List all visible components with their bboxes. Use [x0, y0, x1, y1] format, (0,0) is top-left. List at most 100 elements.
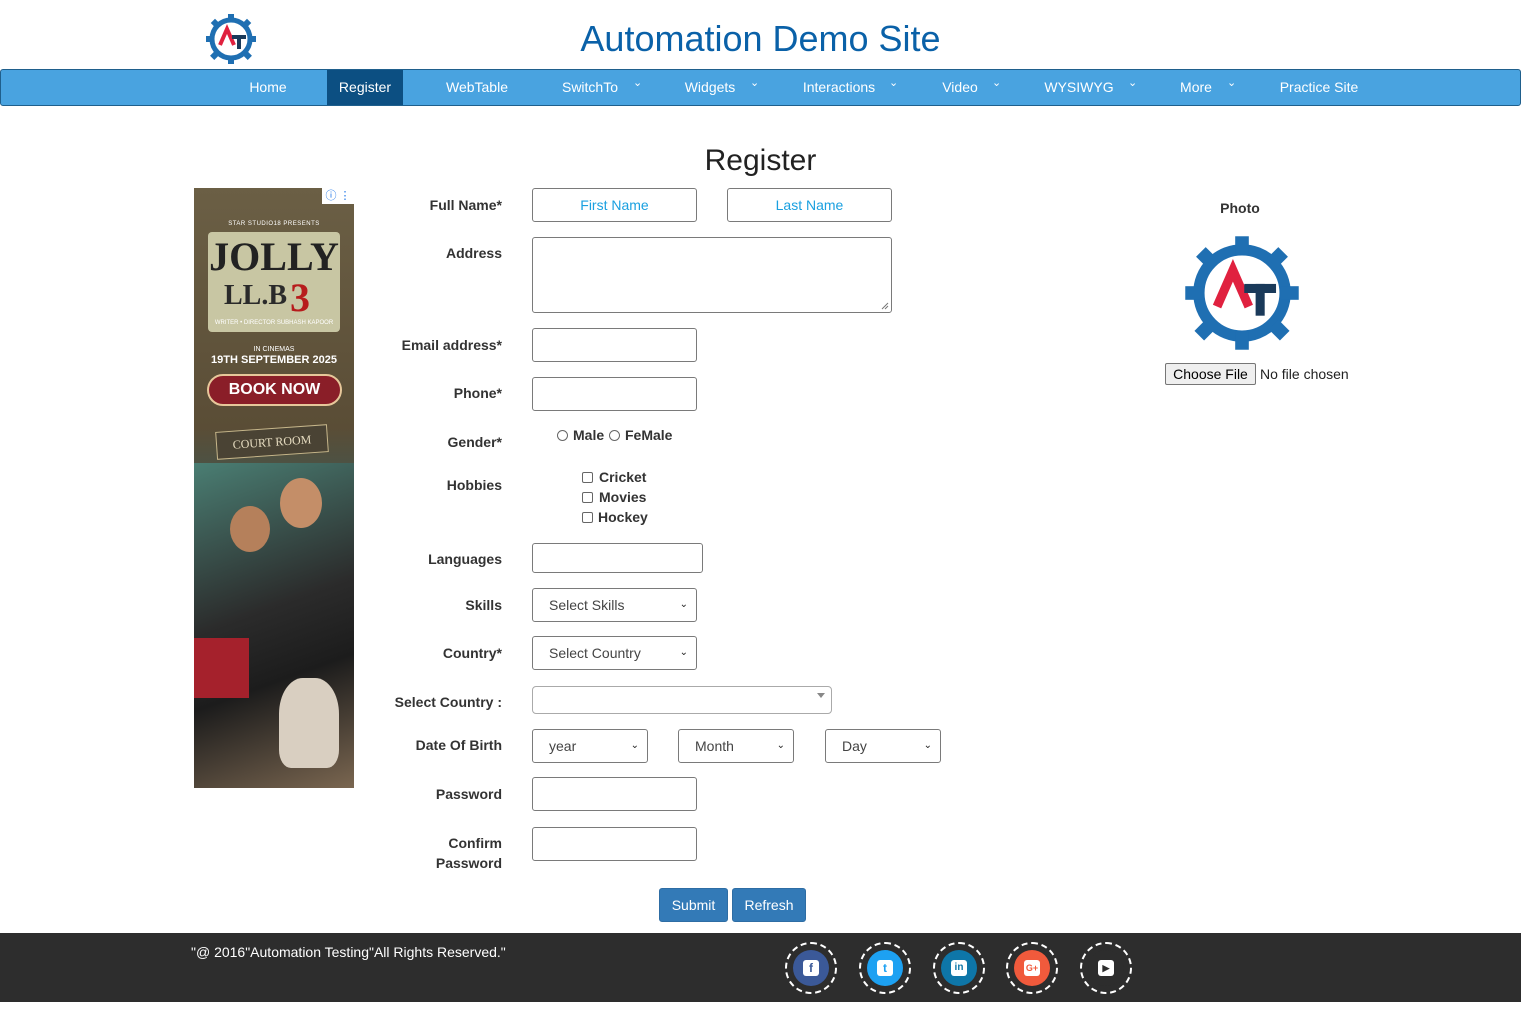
- gender-label: Gender*: [447, 434, 502, 450]
- linkedin-icon: in: [941, 950, 977, 986]
- skills-label: Skills: [465, 597, 502, 613]
- hobby-hockey-checkbox[interactable]: [582, 512, 593, 523]
- password-input[interactable]: [532, 777, 697, 811]
- linkedin-glyph: in: [951, 960, 967, 976]
- photo-label: Photo: [1220, 200, 1260, 216]
- google-plus-glyph: G+: [1024, 960, 1040, 976]
- youtube-link[interactable]: ▶: [1080, 942, 1132, 994]
- hobby-hockey-label[interactable]: Hockey: [598, 509, 648, 525]
- confirm-password-label-line1: Confirm: [448, 835, 502, 851]
- dob-day-select[interactable]: Day ⌄: [825, 729, 941, 763]
- phone-input[interactable]: [532, 377, 697, 411]
- ad-gift-image: [194, 638, 249, 698]
- facebook-glyph: f: [803, 960, 819, 976]
- youtube-icon: ▶: [1088, 950, 1124, 986]
- languages-label: Languages: [428, 551, 502, 567]
- page-root: Automation Demo Site Home Register WebTa…: [0, 0, 1521, 1013]
- gender-female-label[interactable]: FeMale: [625, 427, 672, 443]
- dropdown-arrow-icon: [817, 693, 825, 698]
- dob-month-select[interactable]: Month ⌄: [678, 729, 794, 763]
- nav-item-practice-site[interactable]: Practice Site: [1269, 70, 1369, 105]
- hobby-cricket-label[interactable]: Cricket: [599, 469, 646, 485]
- footer-copyright: "@ 2016"Automation Testing"All Rights Re…: [191, 944, 506, 960]
- email-label: Email address*: [401, 337, 502, 353]
- gender-male-label[interactable]: Male: [573, 427, 604, 443]
- chevron-down-icon: ⌄: [776, 740, 785, 751]
- switchto-chevron-down-icon[interactable]: ⌄: [633, 76, 642, 89]
- google-plus-link[interactable]: G+: [1006, 942, 1058, 994]
- email-input[interactable]: [532, 328, 697, 362]
- address-label: Address: [445, 245, 502, 261]
- gender-female-radio[interactable]: [609, 430, 620, 441]
- file-status-text: No file chosen: [1260, 366, 1349, 382]
- widgets-chevron-down-icon[interactable]: ⌄: [750, 76, 759, 89]
- ad-actor-image: [230, 506, 270, 552]
- select-country-combobox[interactable]: [532, 686, 832, 714]
- resize-handle-icon[interactable]: [881, 302, 889, 310]
- twitter-glyph: t: [877, 960, 893, 976]
- nav-item-webtable[interactable]: WebTable: [433, 70, 521, 105]
- refresh-button[interactable]: Refresh: [732, 888, 806, 922]
- nav-item-home[interactable]: Home: [230, 70, 306, 105]
- dob-year-select[interactable]: year ⌄: [532, 729, 648, 763]
- dob-label: Date Of Birth: [415, 737, 502, 753]
- nav-item-register[interactable]: Register: [327, 70, 403, 105]
- twitter-icon: t: [867, 950, 903, 986]
- full-name-label: Full Name*: [429, 197, 502, 213]
- google-plus-icon: G+: [1014, 950, 1050, 986]
- nav-item-widgets[interactable]: Widgets: [673, 70, 747, 105]
- ad-credit: WRITER • DIRECTOR SUBHASH KAPOOR: [214, 320, 334, 326]
- profile-photo-logo-icon: [1185, 236, 1299, 350]
- hobbies-label: Hobbies: [446, 477, 502, 493]
- dob-month-value: Month: [695, 738, 734, 754]
- site-title: Automation Demo Site: [580, 18, 941, 59]
- nav-item-video[interactable]: Video: [931, 70, 989, 105]
- linkedin-link[interactable]: in: [933, 942, 985, 994]
- chevron-down-icon: ⌄: [630, 740, 639, 751]
- confirm-password-input[interactable]: [532, 827, 697, 861]
- footer: "@ 2016"Automation Testing"All Rights Re…: [0, 933, 1521, 1002]
- confirm-password-label-line2: Password: [435, 855, 502, 871]
- phone-label: Phone*: [453, 385, 502, 401]
- first-name-input[interactable]: First Name: [532, 188, 697, 222]
- dob-day-value: Day: [842, 738, 867, 754]
- main-navbar: Home Register WebTable SwitchTo ⌄ Widget…: [0, 69, 1521, 106]
- youtube-glyph: ▶: [1098, 960, 1114, 976]
- last-name-input[interactable]: Last Name: [727, 188, 892, 222]
- wysiwyg-chevron-down-icon[interactable]: ⌄: [1128, 76, 1137, 89]
- hobby-movies-checkbox[interactable]: [582, 492, 593, 503]
- country-select[interactable]: Select Country ⌄: [532, 636, 697, 670]
- address-textarea[interactable]: [532, 237, 892, 313]
- select-country-label: Select Country :: [394, 694, 502, 710]
- nav-item-wysiwyg[interactable]: WYSIWYG: [1035, 70, 1123, 105]
- chevron-down-icon: ⌄: [679, 599, 688, 610]
- submit-button[interactable]: Submit: [659, 888, 728, 922]
- hobby-movies-label[interactable]: Movies: [599, 489, 646, 505]
- skills-select-value: Select Skills: [549, 597, 625, 613]
- ad-studio-text: STAR STUDIO18 PRESENTS: [228, 221, 320, 227]
- chevron-down-icon: ⌄: [923, 740, 932, 751]
- nav-item-switchto[interactable]: SwitchTo: [549, 70, 631, 105]
- languages-multiselect[interactable]: [532, 543, 703, 573]
- ad-number: 3: [290, 275, 310, 320]
- country-select-value: Select Country: [549, 645, 641, 661]
- hobby-cricket-checkbox[interactable]: [582, 472, 593, 483]
- ad-release-date: 19TH SEPTEMBER 2025: [211, 354, 337, 366]
- choose-file-button[interactable]: Choose File: [1165, 363, 1256, 385]
- twitter-link[interactable]: t: [859, 942, 911, 994]
- more-chevron-down-icon[interactable]: ⌄: [1227, 76, 1236, 89]
- skills-select[interactable]: Select Skills ⌄: [532, 588, 697, 622]
- chevron-down-icon: ⌄: [679, 647, 688, 658]
- nav-item-interactions[interactable]: Interactions: [793, 70, 885, 105]
- ad-subtitle: LL.B: [224, 280, 288, 311]
- page-heading: Register: [704, 144, 817, 177]
- gender-male-radio[interactable]: [557, 430, 568, 441]
- interactions-chevron-down-icon[interactable]: ⌄: [889, 76, 898, 89]
- country-label: Country*: [442, 645, 502, 661]
- facebook-icon: f: [793, 950, 829, 986]
- video-chevron-down-icon[interactable]: ⌄: [992, 76, 1001, 89]
- nav-item-more[interactable]: More: [1169, 70, 1223, 105]
- password-label: Password: [435, 786, 502, 802]
- facebook-link[interactable]: f: [785, 942, 837, 994]
- dob-year-value: year: [549, 738, 577, 754]
